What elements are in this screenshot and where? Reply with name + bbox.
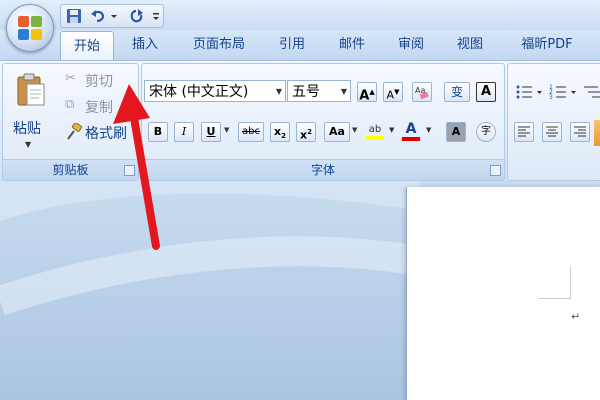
paste-icon — [17, 73, 45, 106]
format-painter-button[interactable]: 格式刷 — [63, 122, 135, 142]
font-dialog-launcher[interactable] — [490, 165, 501, 176]
paintbrush-icon — [67, 123, 83, 140]
paste-button[interactable]: 粘贴 ▼ — [11, 70, 51, 156]
align-center-icon — [546, 126, 558, 137]
highlight-color-bar — [366, 136, 384, 140]
undo-icon[interactable] — [89, 7, 107, 25]
highlight-dropdown-icon[interactable]: ▼ — [389, 126, 394, 134]
office-button[interactable] — [6, 4, 54, 52]
highlight-button[interactable]: ab — [364, 120, 386, 140]
cut-label: 剪切 — [85, 74, 113, 90]
enclose-characters-label: 字 — [481, 126, 491, 137]
strikethrough-button[interactable]: abc — [238, 122, 264, 142]
quick-access-toolbar — [60, 4, 164, 28]
numbering-icon: 1 2 3 — [549, 84, 576, 101]
tab-page-layout[interactable]: 页面布局 — [180, 30, 258, 60]
clipboard-group: 粘贴 ▼ ✂ 剪切 ⧉ 复制 格式刷 剪贴板 — [2, 63, 139, 181]
grow-font-label: A — [359, 88, 370, 104]
save-icon[interactable] — [65, 7, 83, 25]
font-size-combo[interactable]: 五号 ▼ — [287, 80, 351, 102]
superscript-button[interactable]: x2 — [296, 122, 316, 142]
character-border-label: A — [480, 84, 492, 99]
align-right-button[interactable] — [570, 122, 590, 142]
document-page[interactable]: ↵ — [406, 187, 600, 400]
underline-button[interactable]: U — [201, 122, 221, 142]
font-size-value: 五号 — [292, 84, 320, 100]
enclose-characters-button[interactable]: 字 — [476, 122, 496, 142]
redo-icon[interactable] — [127, 7, 145, 25]
paste-label: 粘贴 — [13, 121, 41, 137]
tab-view[interactable]: 视图 — [444, 30, 496, 60]
clear-format-icon: Aa — [415, 86, 429, 100]
copy-icon: ⧉ — [65, 97, 75, 112]
ribbon: 粘贴 ▼ ✂ 剪切 ⧉ 复制 格式刷 剪贴板 宋体 (中文正文) ▼ 五号 ▼ — [0, 60, 600, 182]
clipboard-group-label: 剪贴板 — [3, 159, 138, 180]
paste-dropdown-icon: ▼ — [25, 140, 32, 149]
font-color-dropdown-icon[interactable]: ▼ — [426, 126, 431, 134]
scissors-icon: ✂ — [65, 71, 76, 86]
bullets-icon — [516, 85, 542, 99]
numbering-button[interactable]: 1 2 3 — [548, 82, 578, 102]
paragraph-group: 1 2 3 — [507, 63, 600, 181]
character-shading-label: A — [451, 125, 461, 138]
format-painter-label: 格式刷 — [85, 126, 127, 142]
tab-insert[interactable]: 插入 — [122, 30, 168, 60]
font-name-dropdown-icon: ▼ — [275, 87, 282, 96]
font-color-label: A — [405, 121, 417, 137]
phonetic-guide-button[interactable]: 变 — [444, 82, 470, 102]
office-logo-icon — [18, 16, 42, 40]
bullets-button[interactable] — [514, 82, 544, 102]
change-case-label: Aa — [329, 125, 345, 138]
character-border-button[interactable]: A — [476, 82, 496, 102]
svg-text:3: 3 — [549, 94, 553, 101]
tab-review[interactable]: 审阅 — [386, 30, 436, 60]
tab-references[interactable]: 引用 — [268, 30, 316, 60]
grow-font-button[interactable]: A▲ — [357, 82, 377, 104]
title-bar — [0, 0, 600, 30]
shrink-font-button[interactable]: A▼ — [383, 82, 403, 102]
bold-label: B — [153, 125, 163, 138]
strikethrough-label: abc — [242, 126, 260, 137]
character-shading-button[interactable]: A — [446, 122, 466, 142]
paragraph-mark-icon: ↵ — [571, 310, 581, 323]
highlight-label: ab — [368, 124, 382, 135]
underline-label: U — [206, 125, 216, 138]
margin-corner-mark — [539, 267, 571, 299]
font-color-button[interactable]: A — [400, 120, 422, 141]
subscript-button[interactable]: x2 — [270, 122, 290, 142]
align-right-icon — [574, 126, 586, 137]
tab-foxit-pdf[interactable]: 福昕PDF — [506, 30, 588, 60]
clear-format-button[interactable]: Aa — [412, 82, 432, 102]
tab-home[interactable]: 开始 — [60, 31, 114, 62]
font-group-label: 字体 — [142, 159, 504, 180]
multilevel-list-icon — [584, 86, 600, 98]
bold-button[interactable]: B — [148, 122, 168, 142]
font-size-dropdown-icon: ▼ — [340, 87, 347, 96]
copy-label: 复制 — [85, 100, 113, 116]
tab-mailings[interactable]: 邮件 — [326, 30, 378, 60]
change-case-dropdown-icon[interactable]: ▼ — [352, 126, 357, 134]
change-case-button[interactable]: Aa — [324, 122, 350, 142]
ribbon-tab-bar: 开始 插入 页面布局 引用 邮件 审阅 视图 福昕PDF — [0, 30, 600, 62]
font-name-value: 宋体 (中文正文) — [149, 84, 249, 100]
italic-button[interactable]: I — [174, 122, 194, 142]
font-color-bar — [402, 137, 420, 141]
clipboard-dialog-launcher[interactable] — [124, 165, 135, 176]
justify-button[interactable] — [594, 120, 600, 146]
shrink-font-label: A — [386, 88, 395, 102]
customize-qat-icon[interactable] — [151, 7, 161, 25]
multilevel-list-button[interactable] — [582, 82, 600, 102]
italic-label: I — [181, 125, 187, 138]
phonetic-guide-label: 变 — [450, 85, 463, 99]
font-group: 宋体 (中文正文) ▼ 五号 ▼ A▲ A▼ Aa 变 A B I U ▼ ab… — [141, 63, 505, 181]
copy-button[interactable]: ⧉ 复制 — [63, 96, 133, 116]
font-name-combo[interactable]: 宋体 (中文正文) ▼ — [144, 80, 286, 102]
align-left-icon — [518, 126, 530, 137]
align-left-button[interactable] — [514, 122, 534, 142]
undo-dropdown-icon[interactable] — [109, 7, 119, 25]
underline-dropdown-icon[interactable]: ▼ — [224, 126, 229, 134]
align-center-button[interactable] — [542, 122, 562, 142]
cut-button[interactable]: ✂ 剪切 — [63, 70, 133, 90]
